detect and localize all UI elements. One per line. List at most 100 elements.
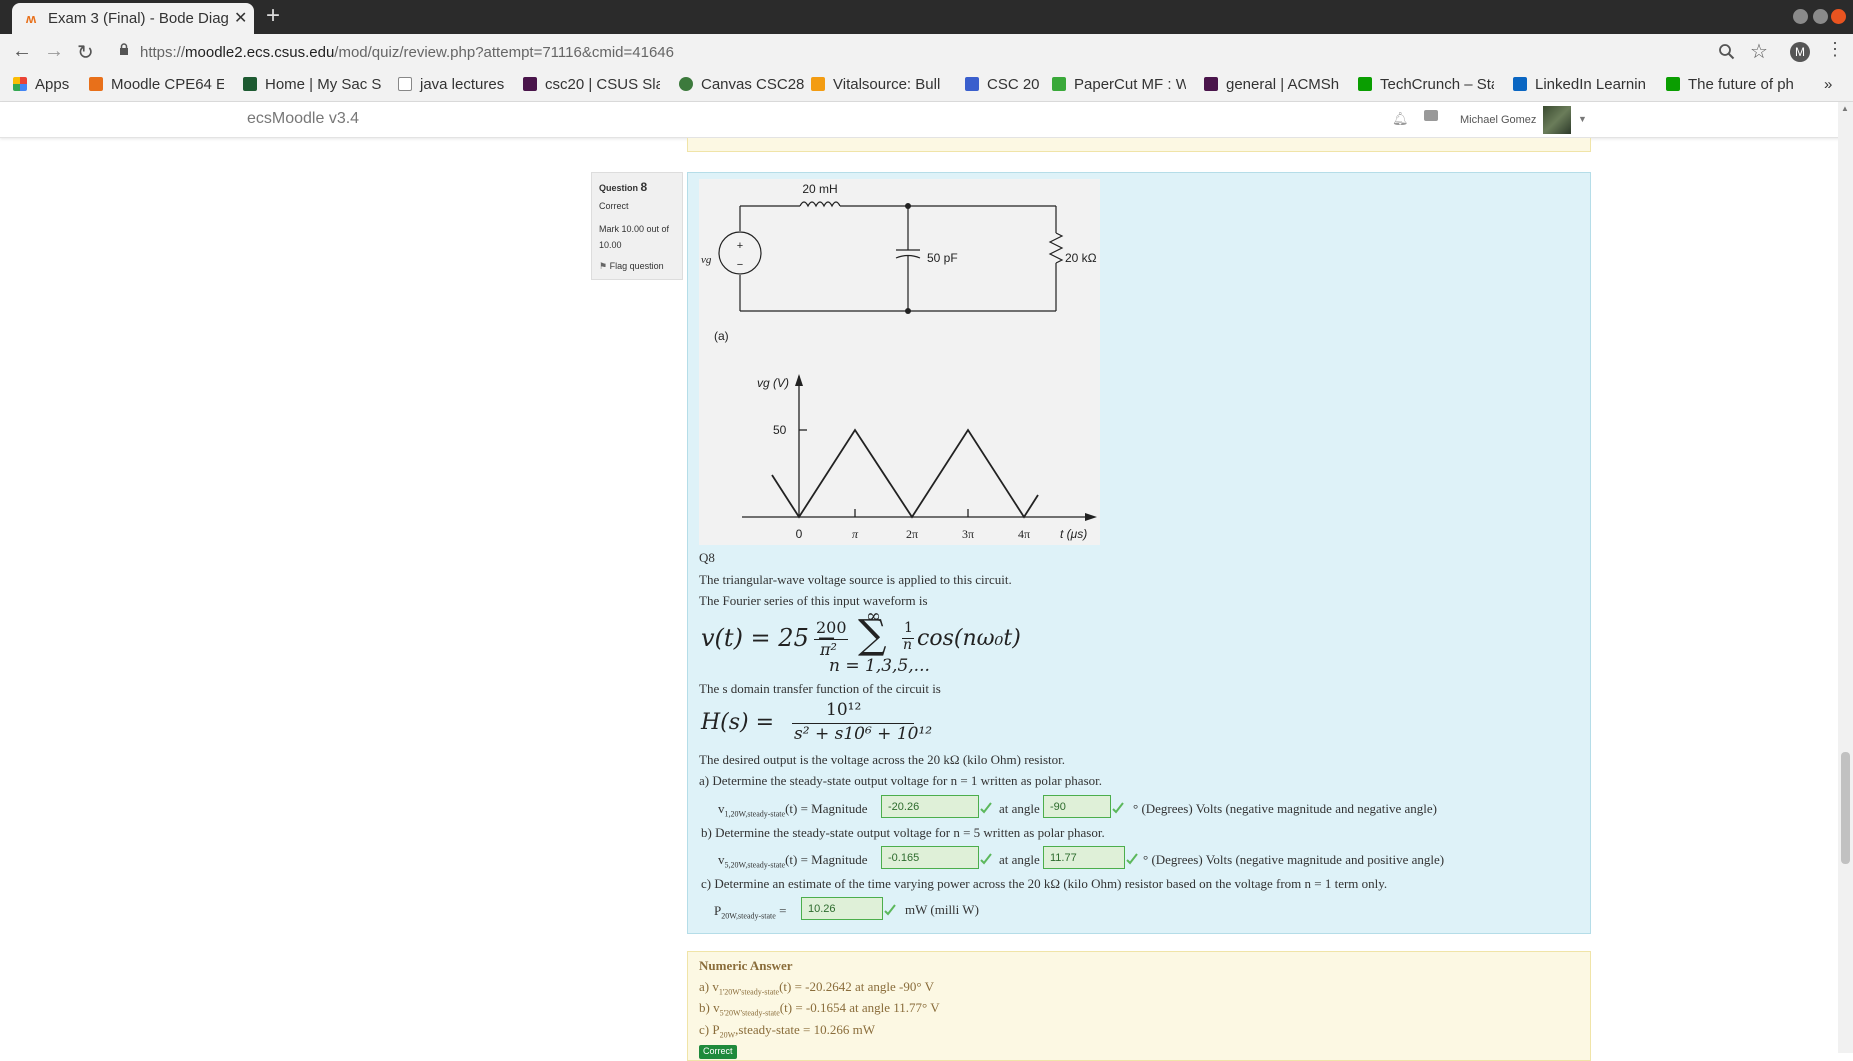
bookmark-canvas[interactable]: Canvas CSC28: [679, 76, 804, 93]
user-name[interactable]: Michael Gomez: [1460, 114, 1536, 126]
url-host: moodle2.ecs.csus.edu: [185, 44, 335, 61]
correct-badge: Correct: [699, 1045, 737, 1059]
question-line-3: The s domain transfer function of the ci…: [699, 681, 941, 696]
url-scheme: https://: [140, 44, 186, 61]
user-menu-caret-icon[interactable]: ▼: [1578, 114, 1587, 124]
bookmark-acm-slack[interactable]: general | ACMSh: [1204, 76, 1340, 93]
x-tick-0: 0: [796, 527, 803, 541]
question-info-panel: Question 8 Correct Mark 10.00 out of 10.…: [591, 172, 683, 280]
browser-tab-bar: ʍ Exam 3 (Final) - Bode Diag ✕ +: [0, 0, 1853, 34]
papercut-icon: [1052, 77, 1066, 91]
bookmarks-overflow-button[interactable]: »: [1824, 76, 1832, 93]
bookmark-future[interactable]: The future of ph: [1666, 76, 1802, 93]
waveform-y-tick: 50: [773, 423, 787, 437]
numeric-answer-b: b) v5'20W'steady-state(t) = -0.1654 at a…: [699, 1000, 940, 1018]
notifications-icon[interactable]: 🔔︎: [1392, 111, 1409, 127]
waveform-x-label: t (μs): [1060, 527, 1087, 541]
close-tab-icon[interactable]: ✕: [234, 8, 247, 28]
answer-b-magnitude-input[interactable]: -0.165: [881, 846, 979, 869]
profile-avatar[interactable]: M: [1790, 42, 1810, 62]
correct-check-icon: [1126, 853, 1138, 865]
maximize-window-button[interactable]: [1813, 9, 1828, 24]
moodle-navbar: ecsMoodle v3.4 🔔︎ Michael Gomez ▼: [0, 102, 1853, 138]
close-window-button[interactable]: [1831, 9, 1846, 24]
question-line-4: The desired output is the voltage across…: [699, 752, 1066, 767]
numeric-answer-a: a) v1'20W'steady-state(t) = -20.2642 at …: [699, 979, 934, 997]
x-tick-3pi: 3π: [962, 527, 974, 541]
formula-h-num: 10¹²: [826, 700, 862, 720]
user-avatar[interactable]: [1543, 106, 1571, 134]
numeric-answer-title: Numeric Answer: [699, 958, 793, 973]
inductor-label: 20 mH: [802, 182, 837, 196]
bookmark-moodle[interactable]: Moodle CPE64 E: [89, 76, 224, 93]
formula-num: 200: [816, 618, 847, 637]
answer-b-angle-input[interactable]: 11.77: [1043, 846, 1125, 869]
url-path: /mod/quiz/review.php?attempt=71116&cmid=…: [334, 44, 674, 61]
numeric-answer-c: c) P20W,steady-state = 10.266 mW: [699, 1022, 875, 1040]
scroll-up-arrow-icon[interactable]: ▲: [1841, 104, 1849, 113]
summation-icon: ∑: [858, 612, 887, 658]
at-angle-label: at angle: [999, 852, 1040, 867]
answer-c-power-input[interactable]: 10.26: [801, 897, 883, 920]
question-line-1: The triangular-wave voltage source is ap…: [699, 572, 1012, 587]
question-grade: Mark 10.00 out of 10.00: [599, 224, 670, 250]
bookmark-techcrunch[interactable]: TechCrunch – Sta: [1358, 76, 1494, 93]
circuit-and-waveform-diagram: + − 20 mH 50 pF 20 kΩ vg (a) vg (V) 50 0…: [701, 182, 1097, 541]
tab-title: Exam 3 (Final) - Bode Diag: [48, 10, 228, 27]
messages-icon[interactable]: [1424, 110, 1438, 121]
browser-tab[interactable]: ʍ Exam 3 (Final) - Bode Diag ✕: [12, 3, 254, 34]
source-label: vg: [701, 254, 712, 266]
answer-a-angle-input[interactable]: -90: [1043, 795, 1111, 818]
moodle-favicon-icon: ʍ: [26, 11, 37, 26]
page-icon: [398, 77, 412, 91]
bookmark-vitalsource[interactable]: Vitalsource: Bull: [811, 76, 948, 93]
forward-icon[interactable]: →: [44, 40, 64, 63]
answer-b-label: v5,20W,steady-state(t) = Magnitude: [718, 852, 868, 870]
waveform-y-label: vg (V): [757, 376, 789, 390]
x-tick-2pi: 2π: [906, 527, 918, 541]
x-tick-4pi: 4π: [1018, 527, 1030, 541]
question-part-c: c) Determine an estimate of the time var…: [701, 876, 1388, 891]
url-input[interactable]: https://moodle2.ecs.csus.edu/mod/quiz/re…: [140, 44, 674, 61]
bookmark-csc20[interactable]: CSC 20: [965, 76, 1040, 93]
flag-icon: ⚑: [599, 261, 608, 271]
bookmark-java-lectures[interactable]: java lectures: [398, 76, 504, 93]
apps-grid-icon: [13, 77, 27, 91]
answer-c-label: P20W,steady-state =: [714, 903, 787, 921]
browser-menu-icon[interactable]: ⋮: [1826, 39, 1844, 60]
address-toolbar: ← → ↻ https://moodle2.ecs.csus.edu/mod/q…: [0, 34, 1853, 70]
site-name[interactable]: ecsMoodle v3.4: [247, 110, 359, 128]
figure-part-label: (a): [714, 329, 729, 343]
lock-icon: [120, 43, 128, 55]
flag-question-button[interactable]: ⚑ Flag question: [599, 261, 664, 272]
at-angle-label: at angle: [999, 801, 1040, 816]
circuit-figure: + − 20 mH 50 pF 20 kΩ vg (a) vg (V) 50 0…: [699, 179, 1100, 545]
bookmark-apps[interactable]: Apps: [13, 76, 69, 93]
capacitor-label: 50 pF: [927, 251, 958, 265]
new-tab-button[interactable]: +: [266, 2, 280, 30]
bookmark-mysacstate[interactable]: Home | My Sac St: [243, 76, 381, 93]
resistor-label: 20 kΩ: [1065, 251, 1097, 265]
answer-b-units: ° (Degrees) Volts (negative magnitude an…: [1143, 852, 1445, 867]
correct-check-icon: [884, 904, 896, 916]
zoom-icon[interactable]: [1718, 43, 1735, 60]
reload-icon[interactable]: ↻: [77, 40, 94, 65]
bookmark-linkedin[interactable]: LinkedIn Learnin: [1513, 76, 1649, 93]
correct-check-icon: [980, 853, 992, 865]
bookmark-star-icon[interactable]: ☆: [1750, 39, 1768, 64]
scrollbar-thumb[interactable]: [1841, 752, 1850, 864]
bookmark-papercut[interactable]: PaperCut MF : W: [1052, 76, 1186, 93]
answer-a-magnitude-input[interactable]: -20.26: [881, 795, 979, 818]
slack-icon: [1204, 77, 1218, 91]
techcrunch-icon: [1358, 77, 1372, 91]
question-number: Question 8: [599, 180, 648, 194]
question-state: Correct: [599, 201, 629, 211]
correct-check-icon: [1112, 802, 1124, 814]
back-icon[interactable]: ←: [12, 40, 32, 63]
minimize-window-button[interactable]: [1793, 9, 1808, 24]
page-scrollbar[interactable]: [1838, 102, 1853, 1053]
bookmark-csc20-slack[interactable]: csc20 | CSUS Slac: [523, 76, 660, 93]
question-part-a: a) Determine the steady-state output vol…: [699, 773, 1102, 788]
answer-c-units: mW (milli W): [905, 902, 979, 917]
answer-a-units: ° (Degrees) Volts (negative magnitude an…: [1133, 801, 1437, 816]
